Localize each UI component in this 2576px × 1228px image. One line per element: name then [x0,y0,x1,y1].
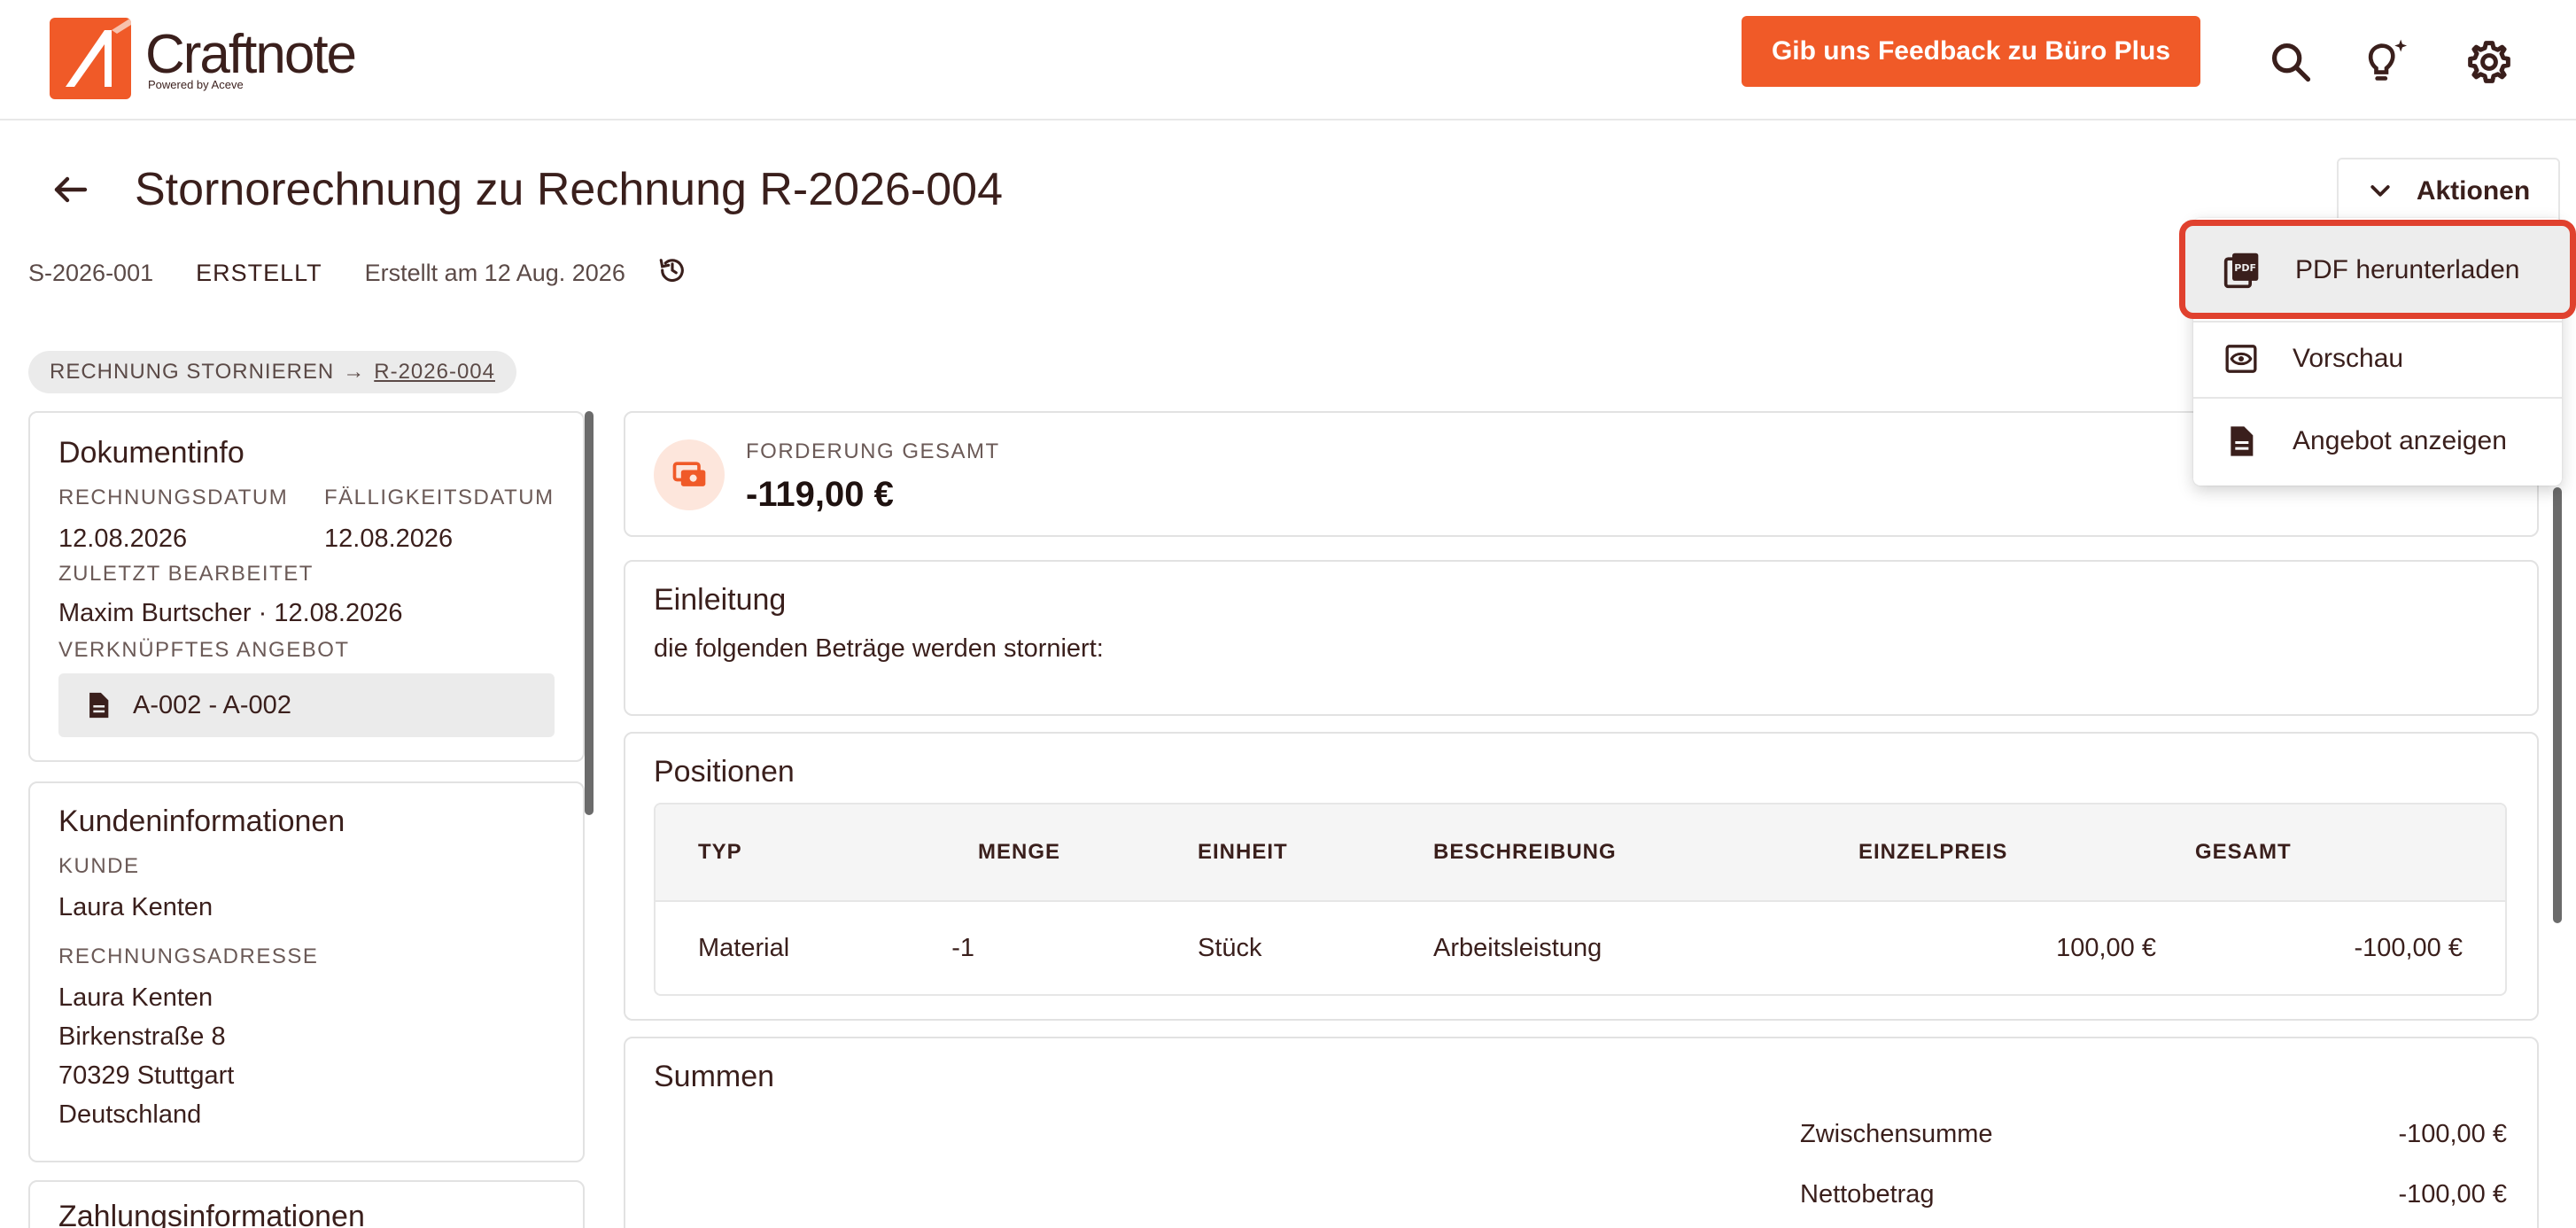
pdf-icon: PDF [2223,253,2259,289]
customer-info-card: Kundeninformationen KUNDE Laura Kenten R… [28,781,585,1162]
eye-icon [2225,345,2257,373]
cell-gesamt: -100,00 € [2354,934,2463,962]
menu-item-preview[interactable]: Vorschau [2193,321,2562,397]
craftnote-logo-icon[interactable] [50,18,131,99]
cell-typ: Material [698,934,790,962]
history-icon[interactable] [657,255,687,291]
address-line: Birkenstraße 8 [58,1022,226,1051]
customer-label: KUNDE [58,854,140,878]
address-line: Laura Kenten [58,983,213,1012]
document-meta: S-2026-001 ERSTELLT Erstellt am 12 Aug. … [28,258,687,287]
positions-title: Positionen [654,755,795,789]
money-icon [654,439,725,510]
svg-text:PDF: PDF [2234,262,2256,274]
sums-card: Summen Zwischensumme -100,00 € Nettobetr… [624,1037,2539,1228]
due-date-value: 12.08.2026 [324,525,454,553]
main-scrollbar[interactable] [2553,487,2562,923]
document-info-card: Dokumentinfo RECHNUNGSDATUM FÄLLIGKEITSD… [28,411,585,762]
address-line: 70329 Stuttgart [58,1061,235,1090]
menu-item-show-offer[interactable]: Angebot anzeigen [2193,399,2562,484]
document-icon [2231,426,2254,456]
linked-offer-label: VERKNÜPFTES ANGEBOT [58,638,350,662]
column-header-einheit[interactable]: EINHEIT [1198,840,1288,865]
customer-value: Laura Kenten [58,893,213,921]
invoice-date-value: 12.08.2026 [58,525,188,553]
menu-item-label: Vorschau [2293,344,2404,373]
actions-label: Aktionen [2416,176,2531,206]
sums-title: Summen [654,1060,775,1093]
column-header-menge[interactable]: MENGE [978,840,1060,865]
column-header-gesamt[interactable]: GESAMT [2195,840,2292,865]
subtotal-label: Zwischensumme [1800,1120,1993,1148]
menu-item-label: PDF herunterladen [2295,255,2520,284]
breadcrumb-invoice-link[interactable]: R-2026-004 [374,360,495,385]
payment-info-card: Zahlungsinformationen [28,1180,585,1228]
linked-offer-value: A-002 - A-002 [133,690,291,719]
cell-einheit: Stück [1198,934,1262,962]
intro-title: Einleitung [654,583,787,617]
gear-icon[interactable] [2463,35,2516,89]
intro-card: Einleitung die folgenden Beträge werden … [624,560,2539,716]
payment-info-title: Zahlungsinformationen [58,1200,365,1228]
billing-address-label: RECHNUNGSADRESSE [58,944,319,968]
customer-info-title: Kundeninformationen [58,804,345,838]
subtotal-value: -100,00 € [2398,1120,2507,1148]
lightbulb-sparkle-icon[interactable] [2360,35,2413,89]
last-edited-value: Maxim Burtscher · 12.08.2026 [58,599,403,627]
breadcrumb-label: RECHNUNG STORNIEREN [50,360,335,384]
feedback-button[interactable]: Gib uns Feedback zu Büro Plus [1742,16,2200,87]
cell-einzelpreis: 100,00 € [2056,934,2156,962]
invoice-date-label: RECHNUNGSDATUM [58,486,289,509]
actions-button[interactable]: Aktionen [2337,158,2560,225]
claim-total-amount: -119,00 € [746,475,894,514]
net-value: -100,00 € [2398,1180,2507,1209]
menu-item-pdf-download[interactable]: PDF PDF herunterladen [2179,220,2576,319]
address-line: Deutschland [58,1100,202,1129]
left-column-scrollbar[interactable] [585,411,594,815]
positions-card: Positionen TYP MENGE EINHEIT BESCHREIBUN… [624,732,2539,1021]
column-header-beschreibung[interactable]: BESCHREIBUNG [1433,840,1617,865]
cell-beschreibung: Arbeitsleistung [1433,934,1602,962]
search-icon[interactable] [2264,35,2317,89]
top-bar: Craftnote Powered by Aceve Gib uns Feedb… [0,0,2576,120]
breadcrumb: RECHNUNG STORNIEREN → R-2026-004 [28,351,516,393]
breadcrumb-arrow: → [343,360,366,384]
cell-menge: -1 [951,934,974,962]
menu-item-pdf-content: PDF PDF herunterladen [2223,251,2519,290]
intro-text: die folgenden Beträge werden storniert: [654,634,1104,663]
linked-offer-button[interactable]: A-002 - A-002 [58,673,555,737]
net-label: Nettobetrag [1800,1180,1935,1209]
column-header-einzelpreis[interactable]: EINZELPREIS [1858,840,2007,865]
status-badge: ERSTELLT [196,259,322,286]
page-title: Stornorechnung zu Rechnung R-2026-004 [135,164,1004,215]
claim-total-label: FORDERUNG GESAMT [746,439,1000,463]
table-header: TYP MENGE EINHEIT BESCHREIBUNG EINZELPRE… [656,804,2505,902]
created-date: Erstellt am 12 Aug. 2026 [364,259,625,286]
column-header-typ[interactable]: TYP [698,840,742,865]
last-edited-label: ZULETZT BEARBEITET [58,562,314,586]
document-info-title: Dokumentinfo [58,436,244,470]
chevron-down-icon [2370,185,2390,197]
back-arrow-icon[interactable] [50,168,92,211]
brand-tagline: Powered by Aceve [148,78,244,91]
due-date-label: FÄLLIGKEITSDATUM [324,486,555,509]
document-icon [89,692,109,719]
positions-table: TYP MENGE EINHEIT BESCHREIBUNG EINZELPRE… [654,803,2507,996]
brand-name: Craftnote [145,24,357,85]
menu-item-label: Angebot anzeigen [2293,426,2507,455]
document-number: S-2026-001 [28,259,154,286]
